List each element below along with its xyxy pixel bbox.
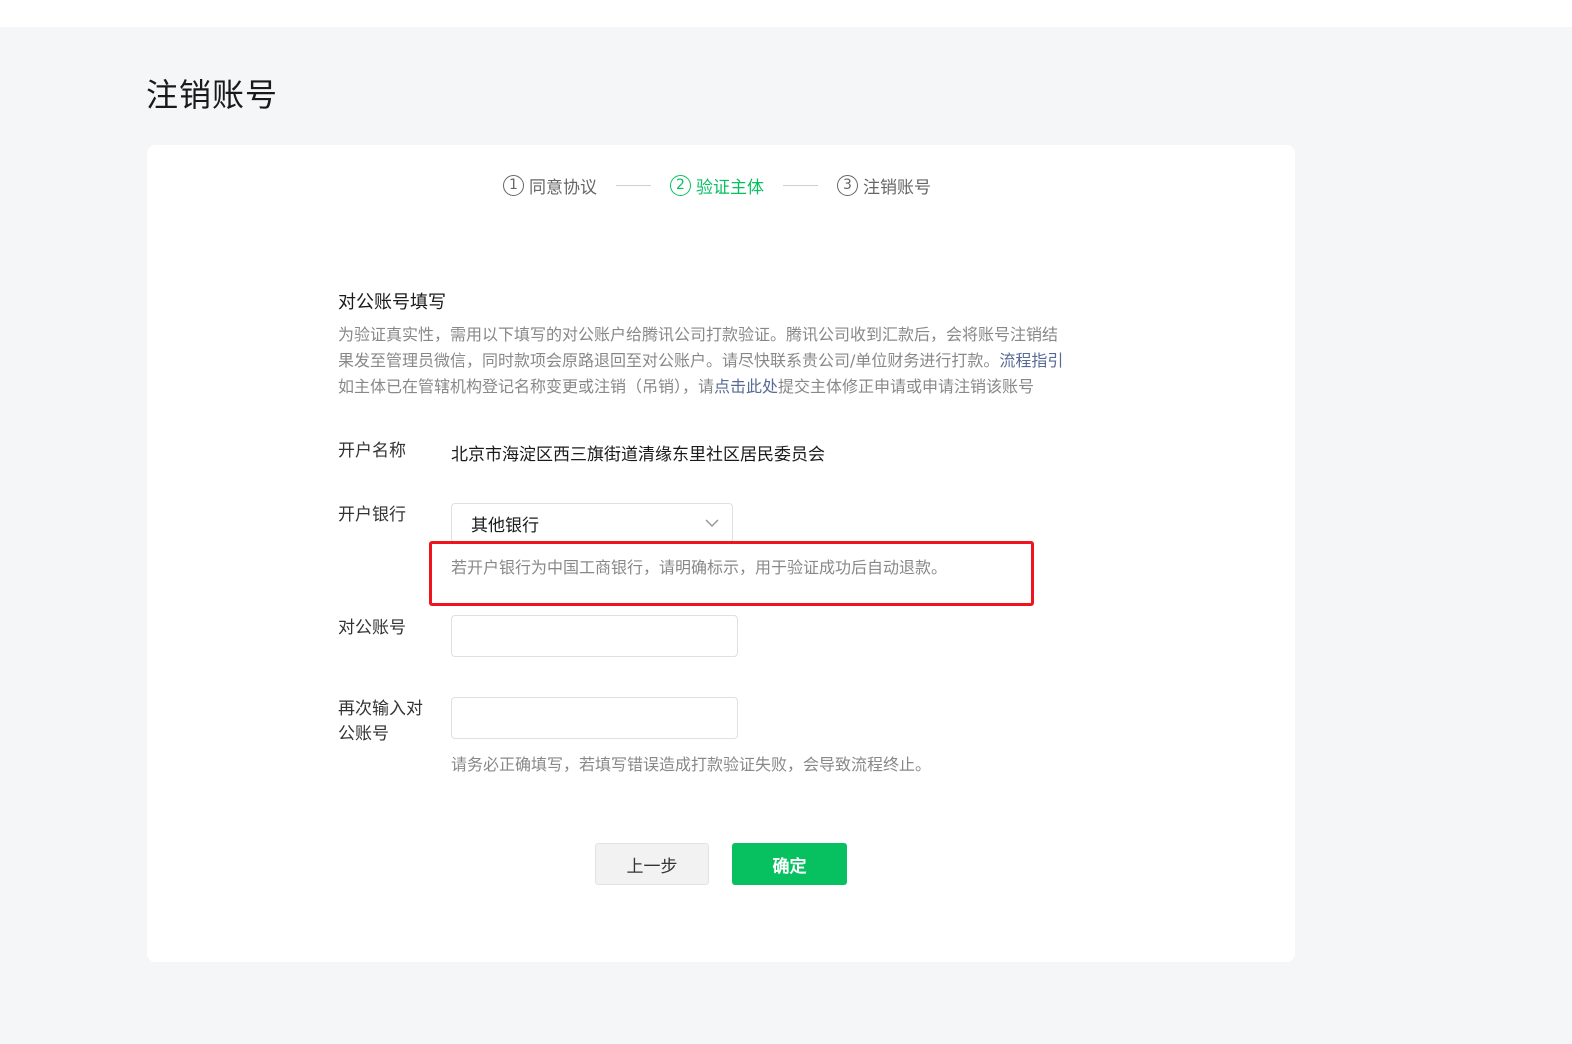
account-name-label: 开户名称 xyxy=(338,441,406,461)
desc-line: 为验证真实性，需用以下填写的对公账户给腾讯公司打款验证。腾讯公司收到汇款后，会将… xyxy=(338,325,1059,344)
step-number: 2 xyxy=(670,174,691,196)
back-button[interactable]: 上一步 xyxy=(595,843,709,885)
highlight-box xyxy=(429,541,1034,606)
step-cancel: 3 注销账号 xyxy=(837,173,931,198)
desc-text: 果发至管理员微信，同时款项会原路退回至对公账户。请尽快联系贵公司/单位财务进行打… xyxy=(338,351,1000,370)
account-name-value: 北京市海淀区西三旗街道清缘东里社区居民委员会 xyxy=(451,445,825,465)
step-number: 3 xyxy=(837,174,858,196)
page-title: 注销账号 xyxy=(146,76,279,114)
desc-line: 如主体已在管辖机构登记名称变更或注销（吊销），请点击此处提交主体修正申请或申请注… xyxy=(338,374,1118,400)
step-label: 注销账号 xyxy=(863,177,931,198)
top-bar xyxy=(0,0,1572,27)
desc-text: 如主体已在管辖机构登记名称变更或注销（吊销），请 xyxy=(338,377,715,396)
main-card: 1 同意协议 2 验证主体 3 注销账号 对公账号填写 为验证真实性，需用以下填… xyxy=(147,145,1295,962)
desc-text: 提交主体修正申请或申请注销该账号 xyxy=(778,377,1035,396)
desc-line: 果发至管理员微信，同时款项会原路退回至对公账户。请尽快联系贵公司/单位财务进行打… xyxy=(338,348,1118,374)
click-here-link[interactable]: 点击此处 xyxy=(714,377,778,396)
step-verify: 2 验证主体 xyxy=(670,173,764,198)
bank-select[interactable]: 其他银行 xyxy=(451,503,733,543)
chevron-down-icon xyxy=(705,519,719,528)
confirm-account-label: 再次输入对公账号 xyxy=(338,699,423,744)
confirm-button[interactable]: 确定 xyxy=(732,843,847,885)
account-number-label: 对公账号 xyxy=(338,618,406,638)
step-agree: 1 同意协议 xyxy=(503,173,597,198)
section-description: 为验证真实性，需用以下填写的对公账户给腾讯公司打款验证。腾讯公司收到汇款后，会将… xyxy=(338,322,1118,400)
step-divider xyxy=(783,184,818,186)
step-divider xyxy=(616,184,651,186)
bank-label: 开户银行 xyxy=(338,505,406,525)
step-label: 验证主体 xyxy=(696,177,764,198)
confirm-hint: 请务必正确填写，若填写错误造成打款验证失败，会导致流程终止。 xyxy=(451,755,932,774)
step-indicator: 1 同意协议 2 验证主体 3 注销账号 xyxy=(503,172,931,198)
step-label: 同意协议 xyxy=(529,177,597,198)
process-guide-link[interactable]: 流程指引 xyxy=(999,351,1063,370)
account-number-input[interactable] xyxy=(451,615,738,657)
step-number: 1 xyxy=(503,174,524,196)
section-title: 对公账号填写 xyxy=(338,292,446,313)
bank-selected-value: 其他银行 xyxy=(471,515,539,536)
confirm-account-input[interactable] xyxy=(451,697,738,739)
